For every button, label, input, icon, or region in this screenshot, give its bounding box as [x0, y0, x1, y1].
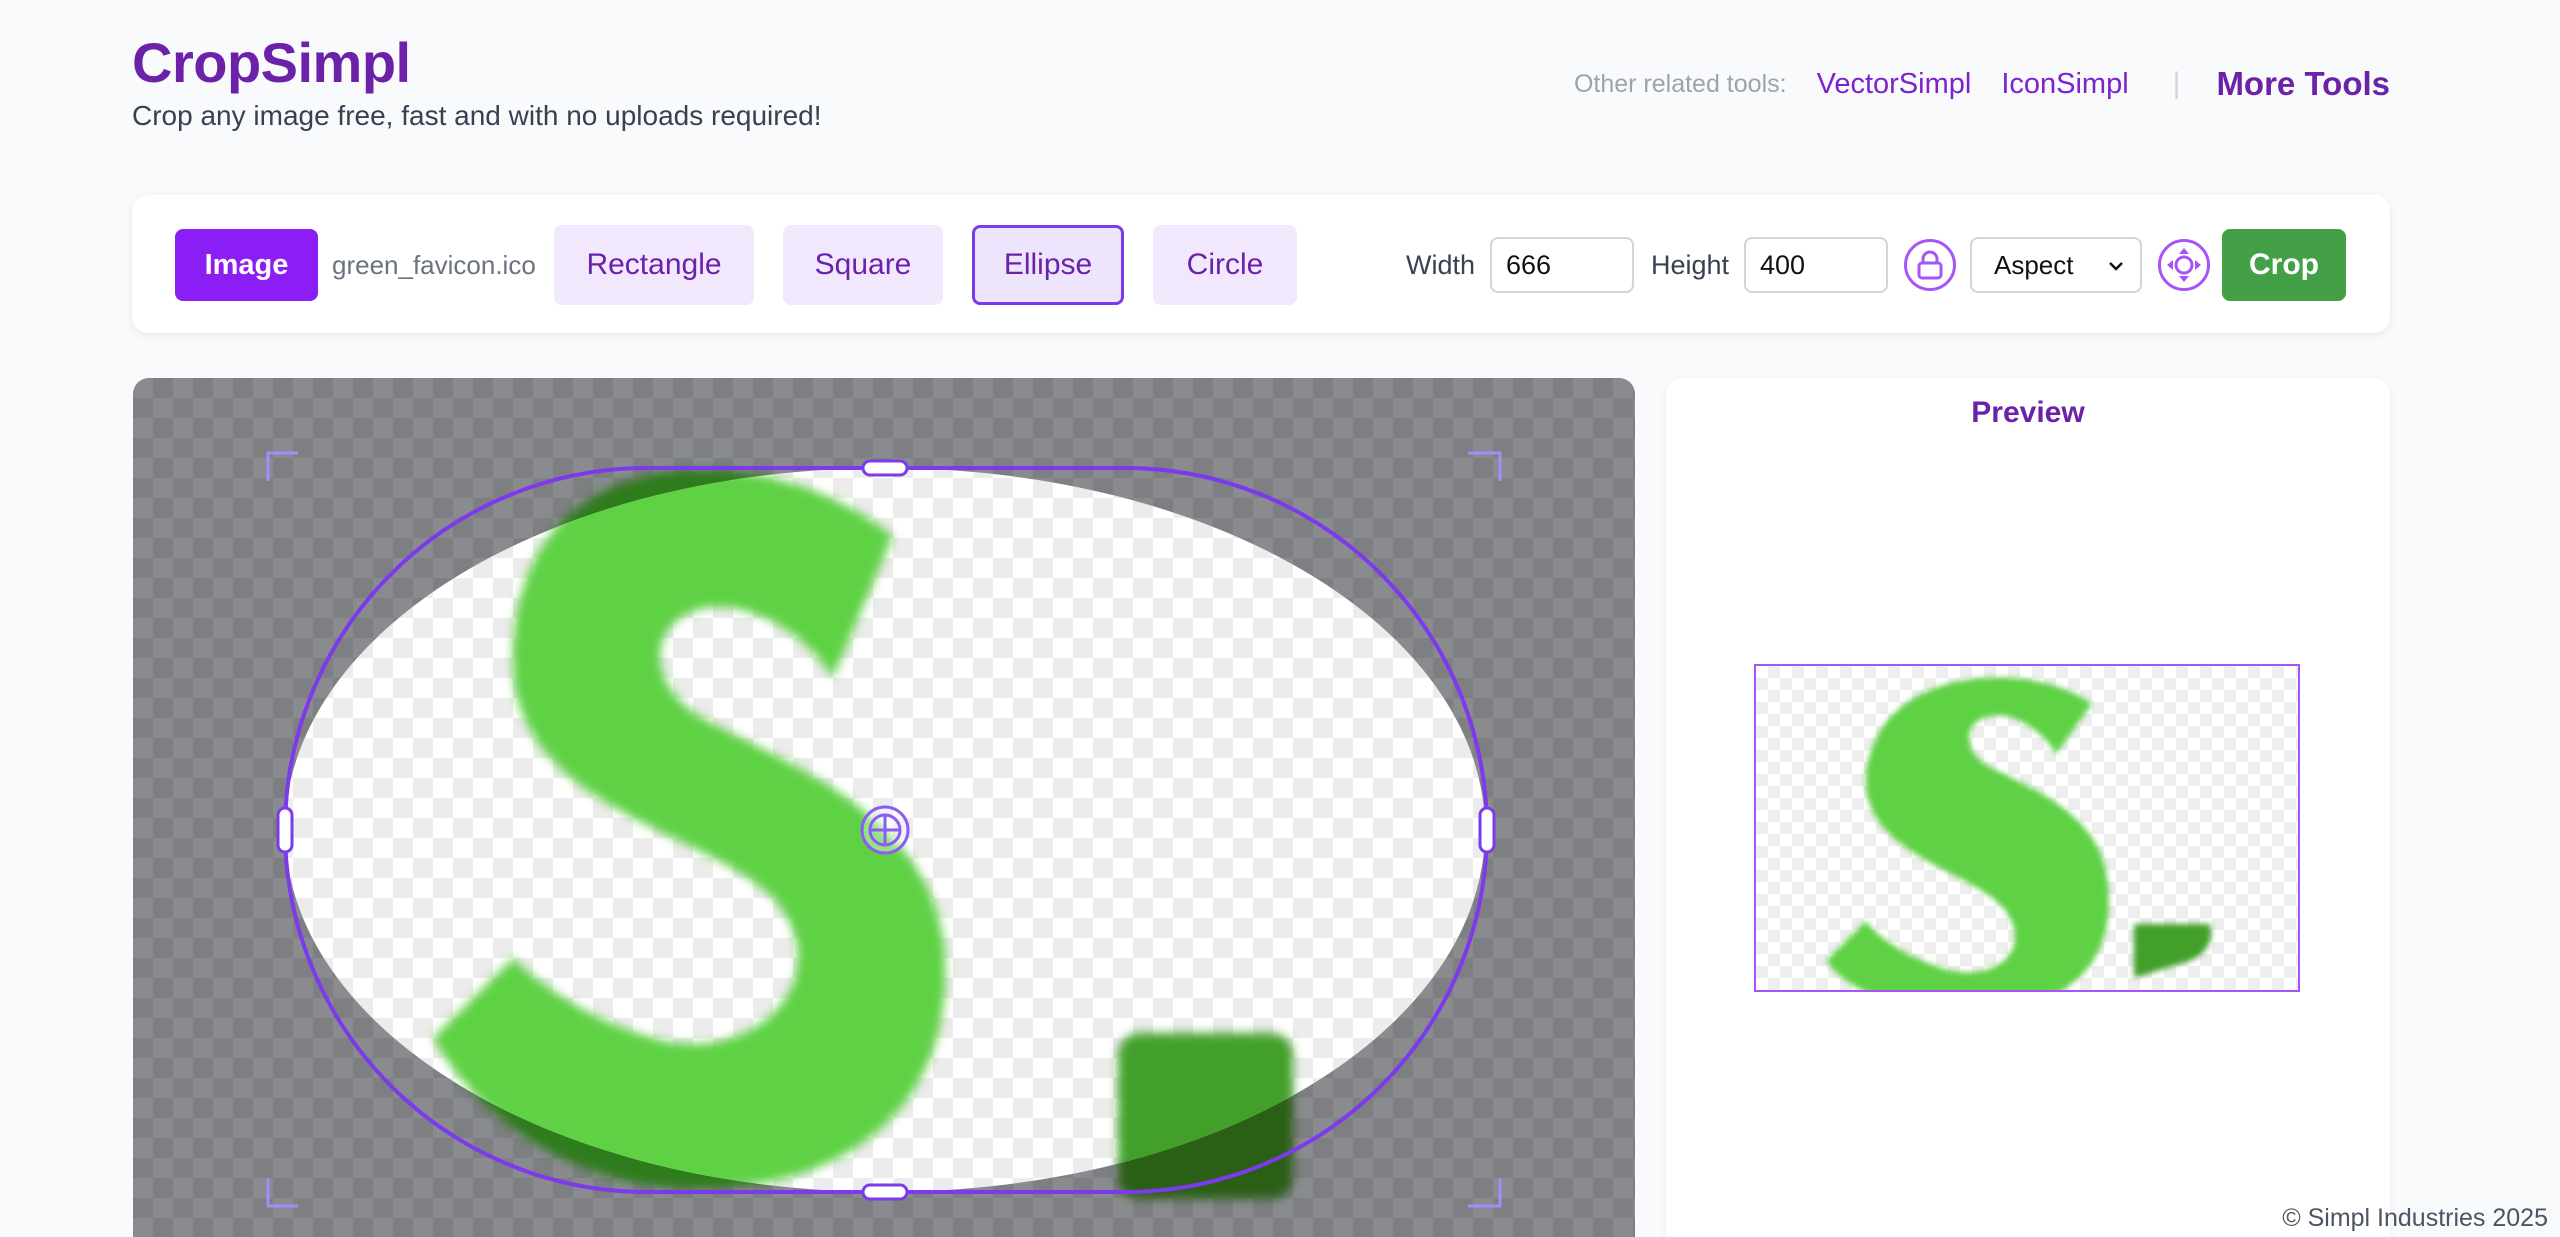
aspect-select[interactable]: Aspect	[1970, 237, 2142, 293]
aspect-select-value: Aspect	[1994, 249, 2074, 280]
shape-circle-button[interactable]: Circle	[1153, 225, 1297, 305]
crop-canvas[interactable]	[133, 378, 1635, 1237]
move-arrows-icon	[2167, 248, 2201, 282]
shape-square-button[interactable]: Square	[783, 225, 943, 305]
more-tools-link[interactable]: More Tools	[2216, 65, 2390, 103]
shape-rectangle-button[interactable]: Rectangle	[554, 225, 754, 305]
center-move-button[interactable]	[2158, 239, 2210, 291]
canvas-svg	[266, 451, 1502, 1208]
related-tools: Other related tools: VectorSimpl IconSim…	[1574, 64, 2390, 104]
height-label: Height	[1651, 249, 1730, 280]
toolbar: Image green_favicon.ico Rectangle Square…	[132, 195, 2390, 333]
crop-button[interactable]: Crop	[2222, 229, 2346, 301]
image-upload-button[interactable]: Image	[175, 229, 318, 301]
handle-left[interactable]	[276, 806, 294, 854]
brand-title[interactable]: CropSimpl	[132, 30, 411, 95]
app-header: CropSimpl Crop any image free, fast and …	[132, 30, 2390, 140]
preview-svg	[1826, 677, 2212, 990]
link-iconsimpl[interactable]: IconSimpl	[2001, 68, 2128, 101]
width-label: Width	[1406, 249, 1476, 280]
handle-bottom[interactable]	[861, 1183, 909, 1201]
copyright: © Simpl Industries 2025	[2282, 1204, 2548, 1232]
link-vectorsimpl[interactable]: VectorSimpl	[1817, 68, 1972, 101]
chevron-down-icon	[2109, 262, 2123, 271]
aspect-lock-button[interactable]	[1904, 239, 1956, 291]
preview-title: Preview	[1971, 396, 2085, 429]
preview-image	[1754, 664, 2300, 992]
preview-panel: Preview	[1666, 378, 2390, 1237]
tagline: Crop any image free, fast and with no up…	[132, 100, 822, 131]
filename-label: green_favicon.ico	[332, 249, 536, 280]
nav-separator: |	[2172, 67, 2181, 100]
shape-ellipse-button[interactable]: Ellipse	[972, 225, 1124, 305]
lock-icon	[1917, 250, 1943, 280]
handle-top[interactable]	[861, 459, 909, 477]
related-tools-label: Other related tools:	[1573, 69, 1787, 98]
width-input[interactable]	[1490, 237, 1634, 293]
handle-right[interactable]	[1478, 806, 1496, 854]
height-input[interactable]	[1744, 237, 1888, 293]
crosshair-icon[interactable]	[860, 805, 910, 855]
